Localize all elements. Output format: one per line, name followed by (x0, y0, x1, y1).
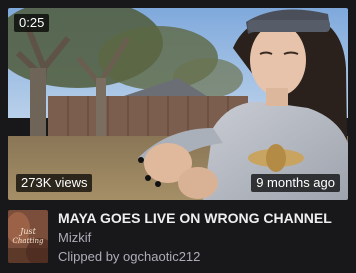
clipped-by-line: Clipped by ogchaotic212 (58, 247, 348, 266)
thumbnail-image (8, 8, 348, 200)
clip-thumbnail[interactable]: 0:25 273K views 9 months ago (8, 8, 348, 200)
clipped-by-prefix: Clipped by (58, 249, 124, 264)
clip-age-badge: 9 months ago (251, 174, 340, 192)
channel-name-link[interactable]: Mizkif (58, 228, 348, 247)
clipper-name-link[interactable]: ogchaotic212 (123, 249, 200, 264)
category-box-art[interactable]: Just Chatting (8, 210, 48, 263)
view-count-badge: 273K views (16, 174, 93, 192)
box-art-line-1: Just (18, 227, 36, 236)
just-chatting-box-art: Just Chatting (8, 210, 48, 263)
clip-title[interactable]: MAYA GOES LIVE ON WRONG CHANNEL (58, 208, 348, 228)
clip-card: 0:25 273K views 9 months ago Just Chatti… (0, 0, 356, 273)
clip-meta: MAYA GOES LIVE ON WRONG CHANNEL Mizkif C… (58, 208, 348, 266)
clip-info: Just Chatting MAYA GOES LIVE ON WRONG CH… (8, 208, 348, 266)
duration-badge: 0:25 (14, 14, 50, 32)
box-art-line-2: Chatting (13, 237, 44, 245)
